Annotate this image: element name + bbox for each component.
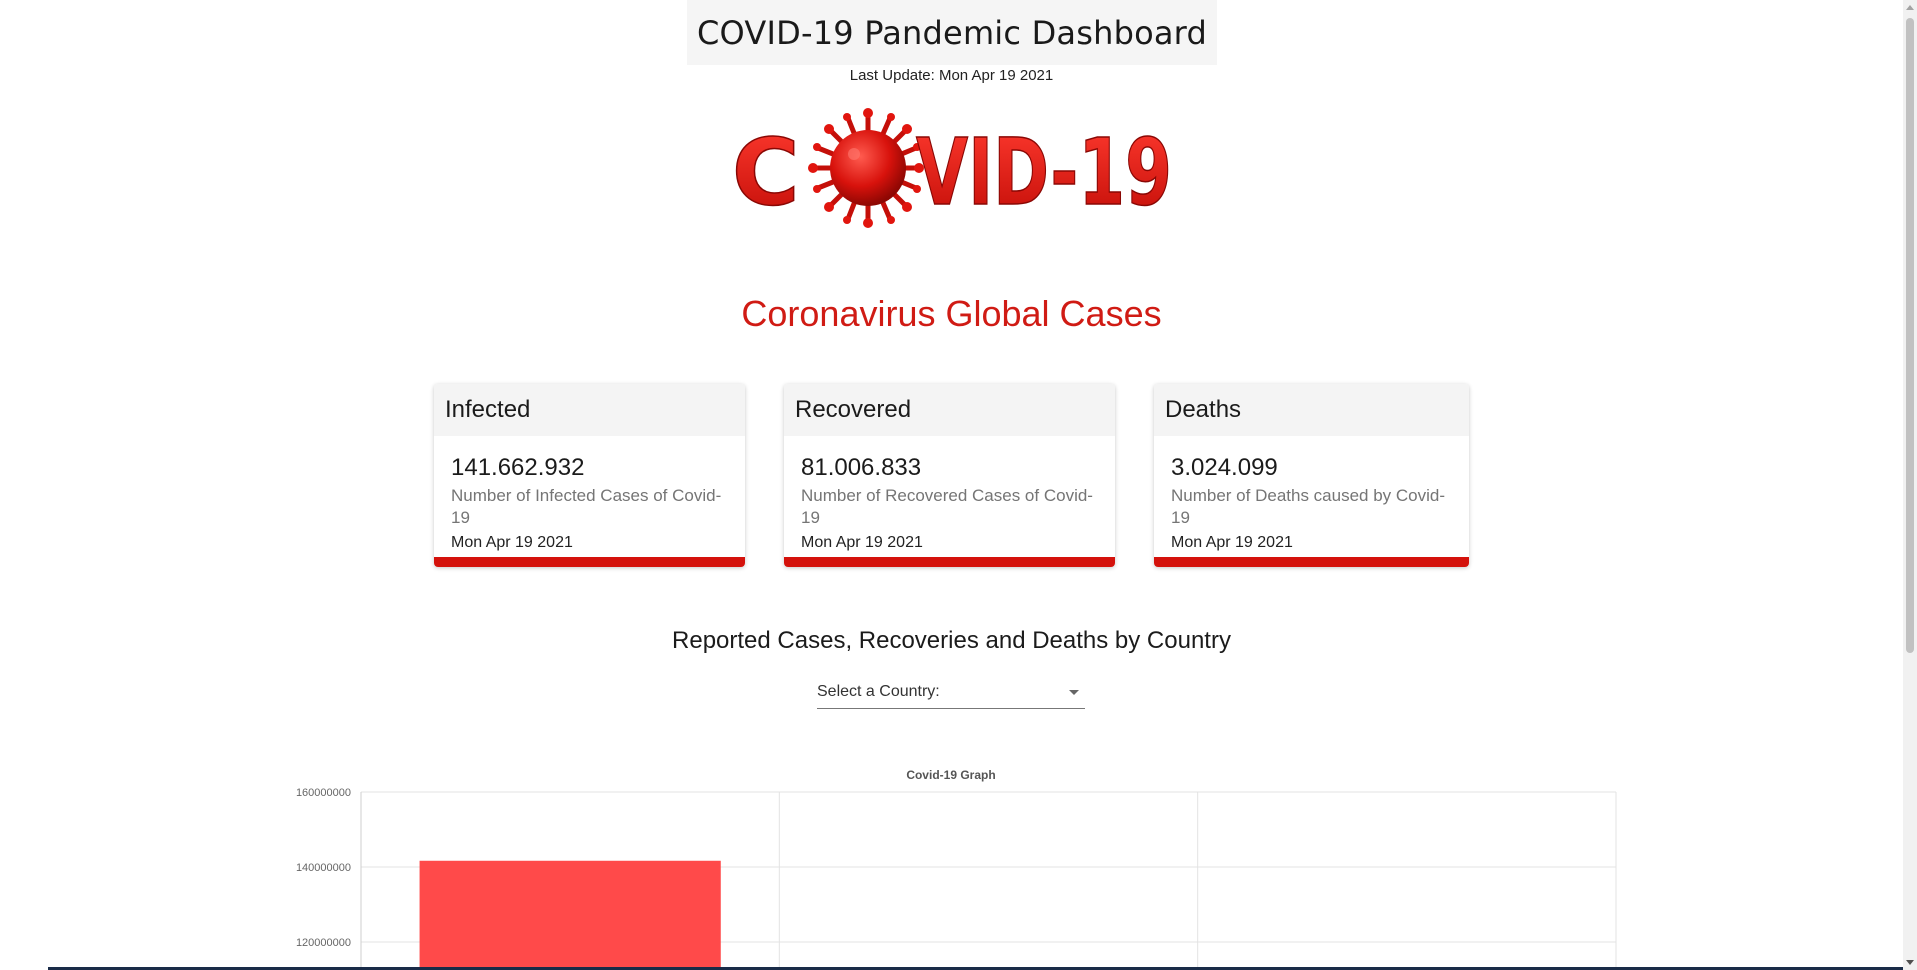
card-date: Mon Apr 19 2021 <box>1171 534 1293 551</box>
scroll-down-icon[interactable] <box>1906 960 1914 965</box>
card-value: 141.662.932 <box>451 454 585 481</box>
y-tick-label: 120000000 <box>296 937 351 949</box>
infected-card: Infected 141.662.932 Number of Infected … <box>434 384 745 567</box>
card-description: Number of Infected Cases of Covid-19 <box>451 486 722 527</box>
card-date: Mon Apr 19 2021 <box>801 534 923 551</box>
card-description: Number of Deaths caused by Covid-19 <box>1171 486 1446 527</box>
card-description: Number of Recovered Cases of Covid-19 <box>801 486 1093 527</box>
card-title: Deaths <box>1154 384 1469 436</box>
card-date: Mon Apr 19 2021 <box>451 534 573 551</box>
card-accent-bar <box>1154 557 1469 567</box>
country-section-heading: Reported Cases, Recoveries and Deaths by… <box>672 627 1231 654</box>
chart-y-ticks: 120000000 140000000 160000000 <box>296 787 351 949</box>
covid-logo: C VID-19 <box>731 108 1173 228</box>
scrollbar-thumb[interactable] <box>1906 18 1914 653</box>
chart-bar[interactable] <box>419 860 721 970</box>
last-update-text: Last Update: Mon Apr 19 2021 <box>849 67 1054 84</box>
dashboard-page: COVID-19 Pandemic Dashboard Last Update:… <box>0 0 1917 970</box>
virus-icon <box>808 108 924 228</box>
global-cases-heading: Coronavirus Global Cases <box>741 293 1162 334</box>
chevron-down-icon[interactable] <box>1069 690 1079 695</box>
card-title: Recovered <box>784 384 1115 436</box>
page-title: COVID-19 Pandemic Dashboard <box>687 0 1217 65</box>
country-select-label: Select a Country: <box>817 683 940 700</box>
logo-text-left: C <box>732 119 800 226</box>
card-accent-bar <box>434 557 745 567</box>
scrollbar[interactable] <box>1903 0 1917 970</box>
card-value: 81.006.833 <box>801 454 922 481</box>
chart-svg: Covid-19 Graph 120000000 140000000 1600000… <box>296 768 1617 970</box>
chart-title: Covid-19 Graph <box>906 768 995 782</box>
y-tick-label: 140000000 <box>296 862 351 874</box>
chart-bars <box>419 860 721 970</box>
covid-chart: Covid-19 Graph 120000000 140000000 1600000… <box>270 760 1650 970</box>
card-accent-bar <box>784 557 1115 567</box>
card-title: Infected <box>434 384 745 436</box>
logo-text-right: VID-19 <box>916 119 1172 226</box>
scroll-up-icon[interactable] <box>1906 5 1914 10</box>
y-tick-label: 160000000 <box>296 787 351 799</box>
card-value: 3.024.099 <box>1171 454 1278 481</box>
country-select[interactable]: Select a Country: <box>817 680 1085 709</box>
recovered-card: Recovered 81.006.833 Number of Recovered… <box>784 384 1115 567</box>
deaths-card: Deaths 3.024.099 Number of Deaths caused… <box>1154 384 1469 567</box>
